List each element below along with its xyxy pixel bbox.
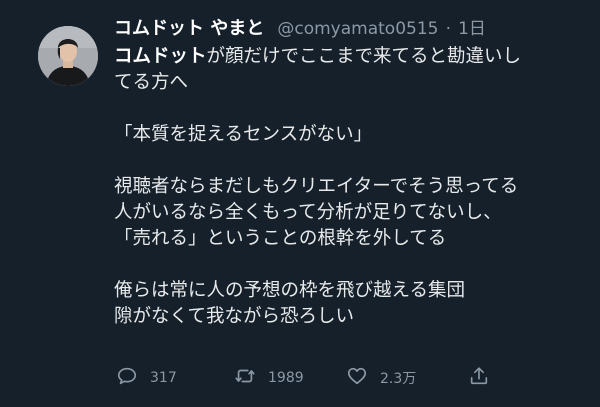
like-button[interactable]: 2.3万 (346, 365, 416, 391)
author-name[interactable]: コムドット やまと (114, 18, 264, 39)
reply-count: 317 (150, 370, 177, 386)
header-separator: · (445, 19, 451, 39)
tweet[interactable]: コムドット やまと @comyamato0515 · 1日 コムドットが顔だけで… (0, 0, 600, 407)
tweet-line: 人がいるなら全くもって分析が足りてないし、 (114, 202, 502, 223)
mention-text: コムドット (114, 46, 207, 67)
retweet-button[interactable]: 1989 (234, 365, 304, 391)
reply-button[interactable]: 317 (116, 365, 177, 391)
tweet-line: 俺らは常に人の予想の枠を飛び越える集団 (114, 280, 465, 301)
tweet-line: コムドットが顔だけでここまで来てると勘違いし (114, 44, 584, 70)
tweet-line: てる方へ (114, 72, 189, 93)
retweet-count: 1989 (268, 370, 304, 386)
tweet-actions: 317 1989 2.3万 (114, 364, 584, 392)
like-count: 2.3万 (380, 371, 417, 387)
tweet-line-text: が顔だけでここまで来てると勘違いし (206, 46, 522, 67)
tweet-line: 視聴者ならまだしもクリエイターでそう思ってる (114, 176, 519, 197)
tweet-line: 「売れる」ということの根幹を外してる (114, 228, 447, 249)
avatar-photo (38, 26, 98, 86)
retweet-icon (234, 365, 256, 391)
avatar[interactable] (38, 26, 98, 86)
tweet-text: コムドットが顔だけでここまで来てると勘違いし てる方へ 「本質を捉えるセンスがな… (114, 44, 584, 330)
like-icon (346, 365, 368, 391)
share-icon (468, 365, 490, 391)
reply-icon (116, 365, 138, 391)
author-handle[interactable]: @comyamato0515 (277, 19, 438, 39)
share-button[interactable] (468, 365, 490, 391)
tweet-header: コムドット やまと @comyamato0515 · 1日 (114, 14, 486, 42)
tweet-line: 隙がなくて我ながら恐ろしい (114, 306, 354, 327)
tweet-line: 「本質を捉えるセンスがない」 (114, 124, 373, 145)
tweet-time[interactable]: 1日 (458, 19, 486, 39)
